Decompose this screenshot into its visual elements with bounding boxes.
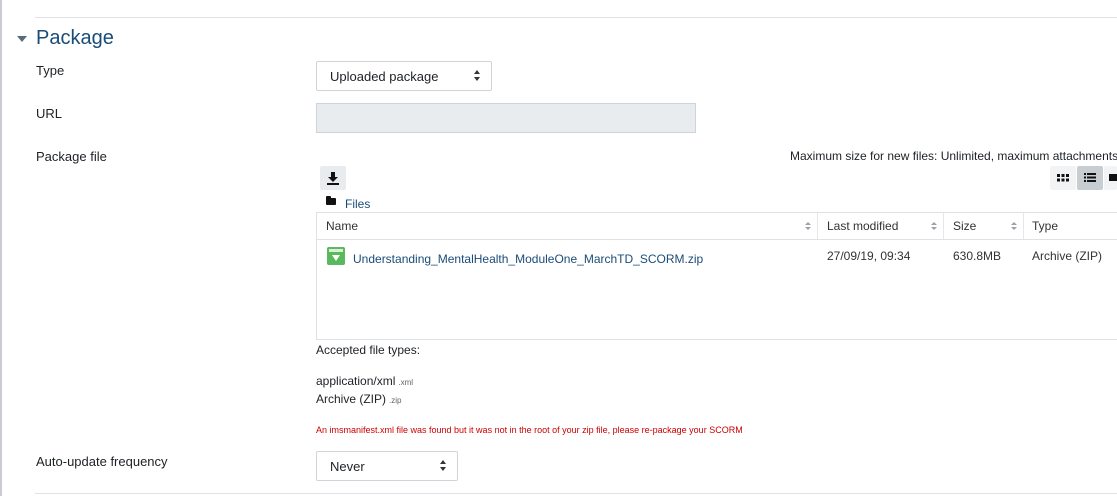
sort-icon [1011,222,1017,232]
url-label: URL [36,106,63,121]
column-name[interactable]: Name [326,219,358,233]
type-select-value: Uploaded package [330,68,439,84]
type-select[interactable]: Uploaded package [316,61,492,91]
grid-view-icon [1057,174,1069,182]
max-size-info: Maximum size for new files: Unlimited, m… [790,149,1117,163]
auto-update-select[interactable]: Never [316,451,458,481]
breadcrumb-files[interactable]: Files [345,197,370,211]
auto-update-select-value: Never [330,458,365,474]
column-type[interactable]: Type [1032,219,1058,233]
auto-update-label: Auto-update frequency [36,454,168,469]
list-view-icon [1084,173,1096,182]
accepted-type-ext: .xml [398,378,414,387]
accepted-type-name: application/xml [316,374,396,388]
grid-view-button[interactable] [1050,166,1076,190]
file-list: Name Last modified Size Type Understandi… [316,212,1117,340]
file-size: 630.8MB [953,249,1002,263]
sort-icon [805,222,811,232]
download-button[interactable] [320,166,346,190]
type-label: Type [36,63,65,78]
file-modified: 27/09/19, 09:34 [827,249,911,263]
select-caret-icon [474,70,481,82]
select-caret-icon [440,460,447,472]
package-file-label: Package file [36,149,107,164]
column-separator [1023,213,1024,239]
file-type: Archive (ZIP) [1032,249,1103,263]
window-edge [0,0,2,496]
file-name-link[interactable]: Understanding_MentalHealth_ModuleOne_Mar… [353,252,703,266]
file-list-header: Name Last modified Size Type [317,213,1117,240]
column-separator [817,213,818,239]
section-divider-bottom [35,493,1117,494]
error-message: An imsmanifest.xml file was found but it… [316,425,743,435]
folder-icon [326,196,336,205]
accepted-type-item: Archive (ZIP) .zip [316,392,401,406]
download-icon [327,172,339,185]
chevron-down-icon[interactable] [17,36,27,42]
accepted-type-item: application/xml .xml [316,374,413,388]
section-title[interactable]: Package [36,27,114,50]
accepted-type-name: Archive (ZIP) [316,392,387,406]
url-input[interactable] [316,103,696,133]
tree-view-icon [1109,174,1117,181]
column-separator [943,213,944,239]
section-divider-top [35,17,1117,18]
column-last-modified[interactable]: Last modified [827,219,898,233]
sort-icon [931,222,937,232]
accepted-type-ext: .zip [389,396,402,405]
zip-file-icon[interactable] [327,247,345,265]
accepted-types-title: Accepted file types: [316,343,421,357]
column-size[interactable]: Size [953,219,976,233]
tree-view-button[interactable] [1104,166,1117,190]
list-view-button[interactable] [1077,166,1103,190]
